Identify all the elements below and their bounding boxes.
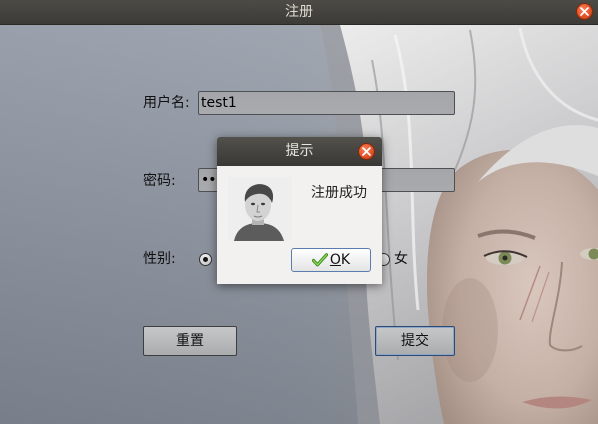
ok-button[interactable]: OK [291,248,371,272]
registration-window: 注册 用户名: test1 密码: ••• 性别: 女 重置 提交 提示 注册成… [0,0,598,424]
close-icon [362,147,371,156]
reset-button[interactable]: 重置 [143,326,237,356]
window-close-button[interactable] [576,3,593,20]
ok-button-label: OK [329,252,351,268]
dialog-message: 注册成功 [311,185,367,201]
username-label: 用户名: [143,95,190,111]
dialog-title-bar: 提示 [217,137,382,166]
password-label: 密码: [143,173,176,189]
gender-label: 性别: [143,251,176,267]
window-title: 注册 [285,4,313,20]
username-input[interactable]: test1 [198,91,455,115]
close-icon [580,7,589,16]
dialog-close-button[interactable] [358,143,375,160]
gender-radio-1[interactable] [199,253,212,266]
submit-button[interactable]: 提交 [375,326,455,356]
username-value: test1 [201,95,237,111]
check-icon [311,253,328,267]
radio-dot [203,257,208,262]
title-bar: 注册 [0,0,598,25]
user-photo-icon [228,177,292,241]
gender-option-female-label[interactable]: 女 [394,249,408,269]
message-dialog: 提示 注册成功 OK [217,137,382,284]
